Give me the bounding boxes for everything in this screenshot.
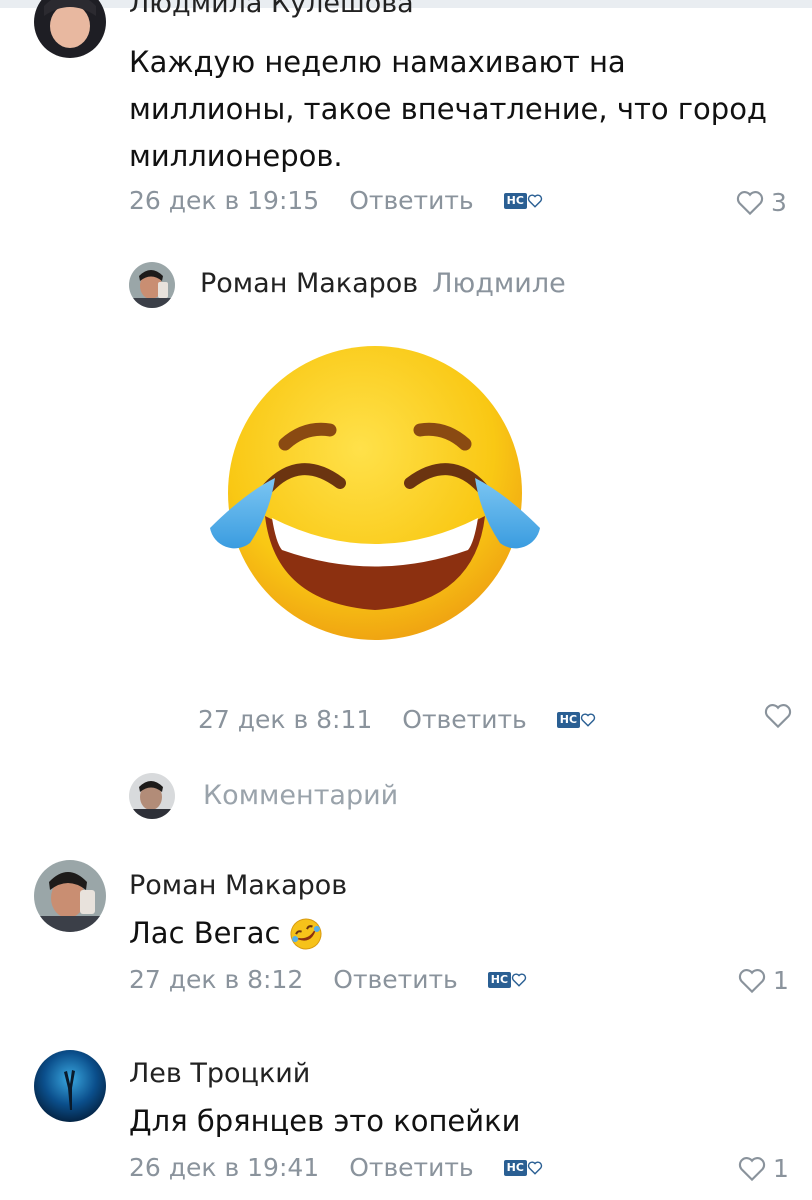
like-count: 1 [773, 966, 789, 995]
comment-meta: 27 дек в 8:11 Ответить НС [198, 705, 596, 734]
comment-author[interactable]: Роман Макаров [129, 870, 347, 901]
comment-author: Роман Макаров Людмиле [200, 268, 566, 299]
rofl-emoji [290, 918, 322, 949]
like-button[interactable]: 3 [735, 188, 787, 217]
like-button[interactable]: 1 [737, 1154, 789, 1183]
reply-button[interactable]: Ответить [402, 705, 526, 734]
like-count: 3 [771, 188, 787, 217]
avatar [129, 773, 175, 819]
comment-input[interactable]: Комментарий [203, 780, 763, 811]
nc-badge-icon[interactable]: НС [487, 971, 527, 988]
comment-author[interactable]: Лев Троцкий [129, 1058, 310, 1089]
avatar[interactable] [34, 1050, 106, 1122]
nc-badge-label: НС [556, 711, 581, 728]
comment-author[interactable]: Людмила Кулешова [129, 0, 414, 19]
nc-badge-label: НС [503, 1159, 527, 1176]
nc-badge-icon[interactable]: НС [503, 192, 543, 209]
heart-icon [580, 712, 596, 727]
nc-badge-icon[interactable]: НС [503, 1159, 543, 1176]
nc-badge-label: НС [503, 192, 527, 209]
reply-button[interactable]: Ответить [349, 186, 473, 215]
comment-meta: 26 дек в 19:15 Ответить НС [129, 186, 543, 215]
comment-text: Лас Вегас [129, 910, 324, 957]
comment-time[interactable]: 26 дек в 19:15 [129, 186, 319, 215]
author-name[interactable]: Роман Макаров [200, 268, 418, 299]
like-button[interactable] [763, 703, 799, 729]
comment-time[interactable]: 27 дек в 8:12 [129, 965, 303, 994]
heart-outline-icon [764, 704, 792, 729]
reply-button[interactable]: Ответить [333, 965, 457, 994]
reply-button[interactable]: Ответить [349, 1153, 473, 1182]
comment-text: Для брянцев это копейки [129, 1104, 521, 1138]
like-count: 1 [773, 1154, 789, 1183]
avatar-photo [34, 0, 106, 58]
avatar-photo [34, 1050, 106, 1122]
heart-icon [511, 972, 527, 987]
comment-time[interactable]: 27 дек в 8:11 [198, 705, 372, 734]
heart-outline-icon [736, 190, 764, 215]
reply-to-name[interactable]: Людмиле [432, 268, 565, 299]
heart-outline-icon [738, 1156, 766, 1181]
comment-text: Каждую неделю намахивают на миллионы, та… [129, 45, 767, 173]
nc-badge-icon[interactable]: НС [556, 711, 596, 728]
like-button[interactable]: 1 [737, 966, 789, 995]
avatar[interactable] [129, 262, 175, 308]
avatar-photo [129, 773, 175, 819]
avatar-photo [129, 262, 175, 308]
laughing-crying-emoji [210, 346, 540, 640]
heart-outline-icon [738, 968, 766, 993]
avatar[interactable] [34, 0, 106, 58]
avatar-photo [34, 860, 106, 932]
heart-icon [527, 1160, 543, 1175]
comment-time[interactable]: 26 дек в 19:41 [129, 1153, 319, 1182]
comment-meta: 27 дек в 8:12 Ответить НС [129, 965, 527, 994]
avatar[interactable] [34, 860, 106, 932]
heart-icon [527, 193, 543, 208]
comment-meta: 26 дек в 19:41 Ответить НС [129, 1153, 543, 1182]
nc-badge-label: НС [487, 971, 512, 988]
